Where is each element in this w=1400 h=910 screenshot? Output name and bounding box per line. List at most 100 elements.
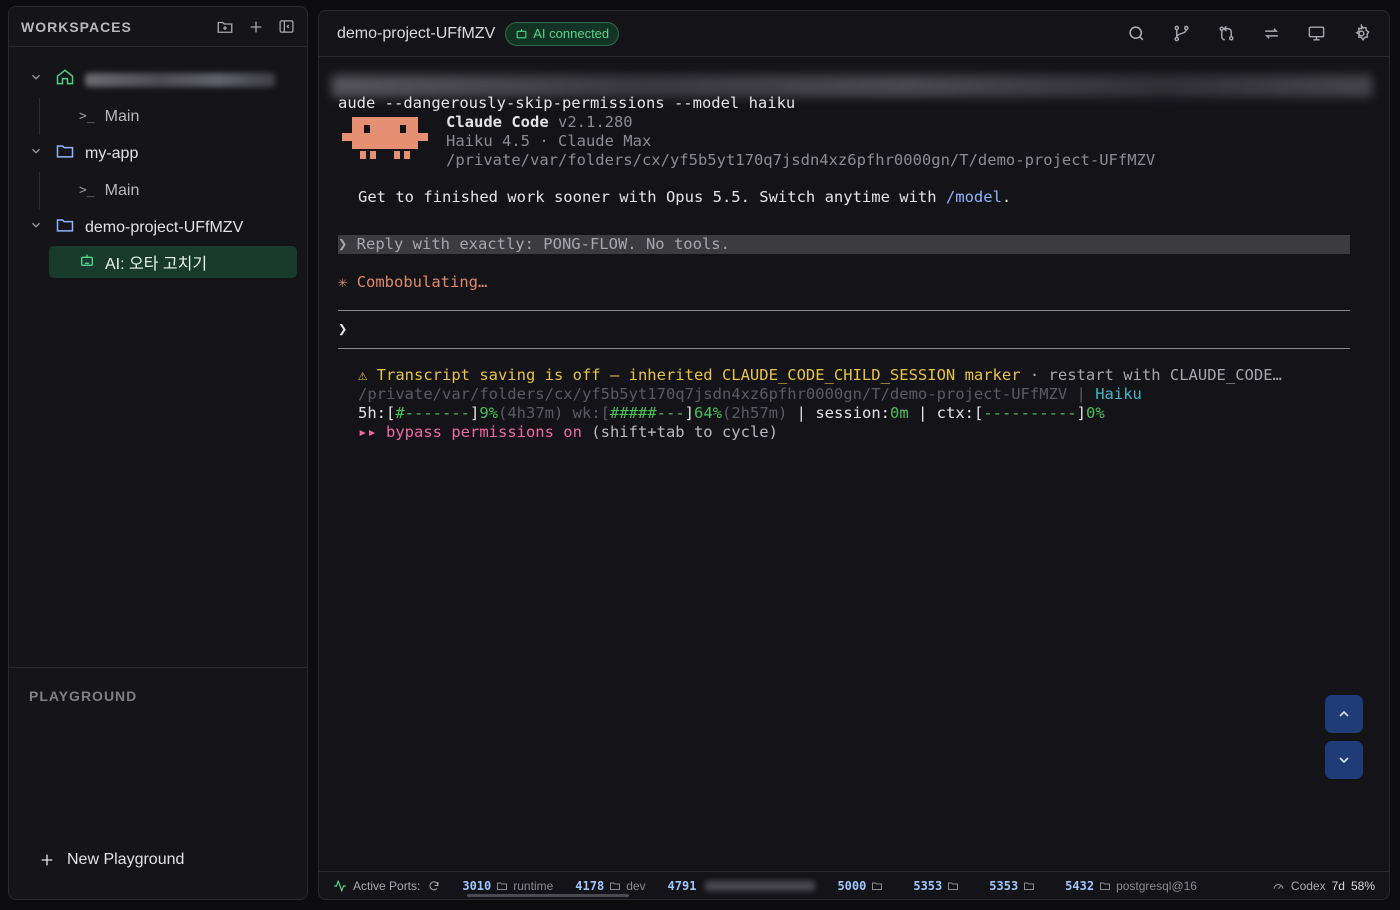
- chevron-down-icon[interactable]: [29, 144, 55, 163]
- codex-usage[interactable]: Codex 7d 58%: [1272, 879, 1375, 893]
- spinner-line: ✳ Combobulating…: [338, 273, 487, 292]
- git-branch-icon[interactable]: [1172, 24, 1191, 43]
- port-item[interactable]: 5353: [913, 879, 959, 893]
- playground-title: PLAYGROUND: [29, 688, 138, 704]
- top-bar: demo-project-UFfMZV AI connected: [319, 11, 1389, 57]
- codex-days: 7d: [1331, 878, 1345, 893]
- folder-icon: [497, 882, 508, 890]
- port-item[interactable]: 4791: [668, 879, 816, 893]
- user-prompt-line: ❯ Reply with exactly: PONG-FLOW. No tool…: [338, 235, 730, 253]
- port-number: 5432: [1065, 878, 1095, 893]
- terminal-icon: >_: [79, 183, 95, 198]
- sidebar-header: WORKSPACES: [9, 7, 307, 47]
- app-name: Claude Code: [446, 113, 549, 131]
- tip-text: Get to finished work sooner with Opus 5.…: [358, 188, 946, 206]
- usage-wk-bar: #####---: [610, 404, 685, 422]
- app-version: v2.1.280: [548, 113, 633, 131]
- ai-session-label: AI: 오타 고치기: [105, 256, 208, 273]
- status-path: /private/var/folders/cx/yf5b5yt170q7jsdn…: [358, 385, 1068, 403]
- claude-code-logo: [342, 117, 428, 159]
- settings-gear-icon[interactable]: [1352, 24, 1371, 43]
- folder-icon: [1100, 882, 1111, 890]
- sync-icon[interactable]: [1262, 24, 1281, 43]
- spinner-icon: ✳: [338, 273, 348, 291]
- workspace-tree: >_ Main my-app >_ Main demo-project-UFfM…: [9, 47, 307, 278]
- folder-icon: [1024, 882, 1035, 890]
- new-playground-label: New Playground: [67, 851, 185, 868]
- folder-icon: [948, 882, 959, 890]
- usage-wk-label: wk:[: [563, 404, 610, 422]
- bypass-arrows: ▸▸: [358, 423, 386, 441]
- collapse-sidebar-icon[interactable]: [278, 18, 295, 35]
- usage-wk-time: (2h57m): [722, 404, 788, 422]
- chevron-down-icon[interactable]: [29, 70, 55, 89]
- port-number: 5353: [989, 878, 1019, 893]
- chevron-down-icon: [1339, 757, 1349, 764]
- ai-badge-label: AI connected: [533, 26, 610, 41]
- usage-session-label: | session:: [787, 404, 890, 422]
- new-playground-button[interactable]: New Playground: [39, 851, 184, 869]
- input-divider-top: [338, 310, 1350, 311]
- usage-5h-label: 5h:[: [358, 404, 396, 422]
- terminal-item-label: Main: [104, 181, 140, 199]
- bypass-hint: (shift+tab to cycle): [581, 423, 778, 441]
- workspace-label: my-app: [85, 144, 139, 162]
- usage-5h-time: (4h37m): [498, 404, 564, 422]
- path-line: /private/var/folders/cx/yf5b5yt170q7jsdn…: [446, 151, 1156, 169]
- chevron-down-icon[interactable]: [29, 218, 55, 237]
- workspace-item-home[interactable]: [9, 61, 307, 98]
- usage-line: 5h:[#-------]9%(4h37m) wk:[#####---]64%(…: [358, 404, 1105, 423]
- usage-ctx-pct: 0%: [1085, 404, 1105, 422]
- port-label-redacted: [705, 880, 816, 891]
- horizontal-scrollbar[interactable]: [467, 894, 629, 897]
- robot-icon: [79, 252, 95, 273]
- terminal-output[interactable]: aude --dangerously-skip-permissions --mo…: [332, 71, 1372, 871]
- warning-text: ⚠ Transcript saving is off — inherited C…: [358, 366, 1021, 384]
- port-item[interactable]: 5000: [837, 879, 883, 893]
- refresh-icon[interactable]: [428, 880, 440, 892]
- app-title-line: Claude Code v2.1.280: [446, 113, 633, 132]
- project-title: demo-project-UFfMZV: [337, 24, 496, 42]
- port-label: postgresql@16: [1116, 878, 1197, 893]
- scroll-up-button[interactable]: [1325, 695, 1363, 733]
- app-window: WORKSPACES >_ Main my-app >_ Main demo-p…: [0, 0, 1400, 910]
- sidebar: WORKSPACES >_ Main my-app >_ Main demo-p…: [8, 6, 308, 900]
- search-icon[interactable]: [1127, 24, 1146, 43]
- tip-end: .: [1001, 188, 1012, 206]
- activity-icon: [333, 879, 347, 893]
- usage-5h-close: ]: [469, 404, 480, 422]
- terminal-item-main[interactable]: >_ Main: [9, 172, 307, 209]
- port-item[interactable]: 5353: [989, 879, 1035, 893]
- ai-connected-badge: AI connected: [505, 21, 620, 46]
- ports-list: 3010 runtime 4178 dev 4791 5000 5353 5353 …: [440, 879, 1197, 893]
- usage-wk-pct: 64%: [694, 404, 722, 422]
- terminal-icon: >_: [79, 109, 95, 124]
- usage-ctx-bar: ----------: [983, 404, 1077, 422]
- port-label: dev: [626, 878, 646, 893]
- ai-session-item-active[interactable]: AI: 오타 고치기: [49, 246, 297, 278]
- workspace-item-demo-project[interactable]: demo-project-UFfMZV: [9, 209, 307, 246]
- status-model: Haiku: [1095, 385, 1142, 403]
- usage-5h-bar: #-------: [395, 404, 470, 422]
- port-number: 3010: [462, 878, 492, 893]
- git-pull-request-icon[interactable]: [1217, 24, 1236, 43]
- terminal-item-main[interactable]: >_ Main: [9, 98, 307, 135]
- status-separator: |: [1067, 385, 1096, 403]
- input-prompt[interactable]: ❯: [338, 320, 347, 339]
- active-ports-label: Active Ports:: [353, 878, 421, 893]
- port-item[interactable]: 3010 runtime: [462, 879, 553, 893]
- input-divider-bottom: [338, 348, 1350, 349]
- workspace-name-redacted: [85, 72, 275, 87]
- sidebar-title: WORKSPACES: [21, 18, 132, 35]
- scroll-down-button[interactable]: [1325, 741, 1363, 779]
- warning-tail: · restart with CLAUDE_CODE…: [1020, 366, 1282, 384]
- workspace-label: demo-project-UFfMZV: [85, 218, 244, 236]
- port-item[interactable]: 5432 postgresql@16: [1065, 879, 1197, 893]
- status-path-line: /private/var/folders/cx/yf5b5yt170q7jsdn…: [358, 385, 1142, 404]
- playground-section: PLAYGROUND: [9, 667, 307, 726]
- port-item[interactable]: 4178 dev: [575, 879, 645, 893]
- add-icon[interactable]: [248, 19, 264, 35]
- workspace-item-my-app[interactable]: my-app: [9, 135, 307, 172]
- new-folder-icon[interactable]: [216, 18, 234, 36]
- monitor-icon[interactable]: [1307, 24, 1326, 43]
